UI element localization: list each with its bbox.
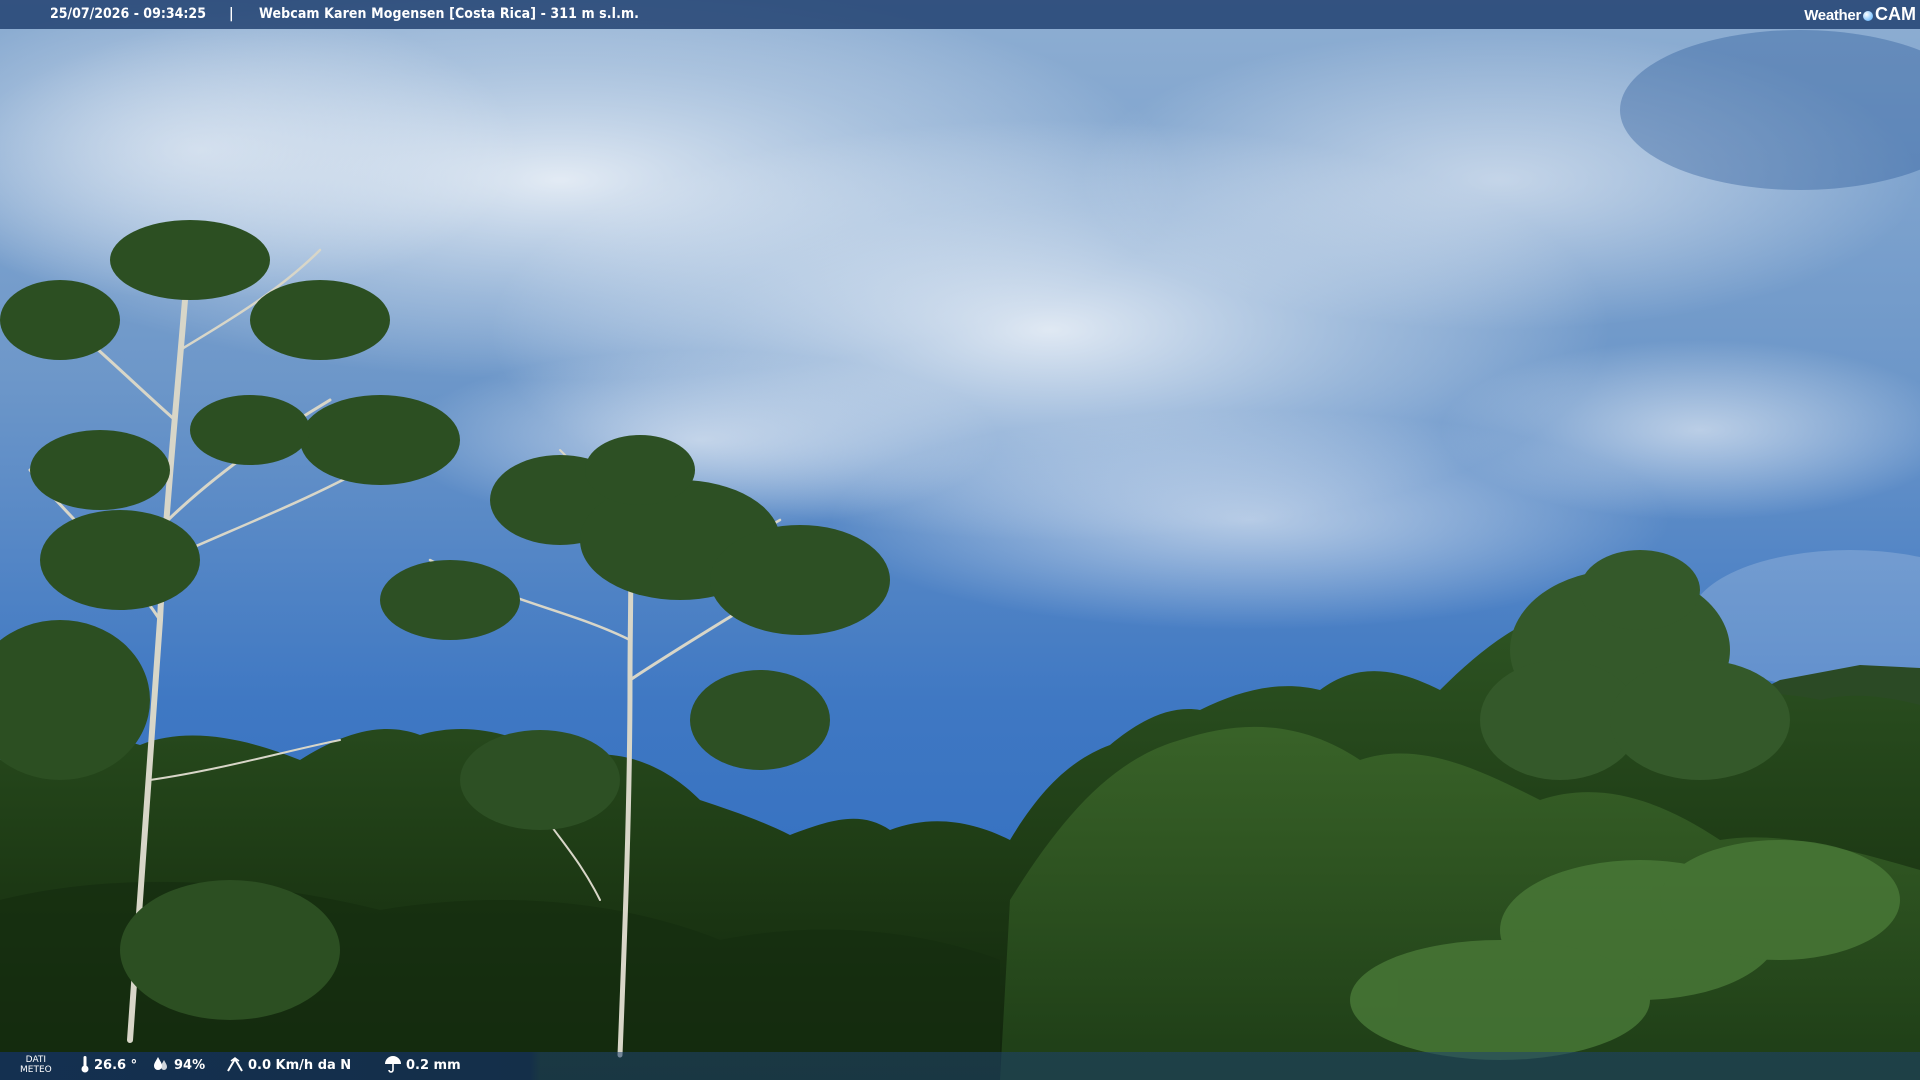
weather-data-bar: DATI METEO 26.6 ° 94% 0.0 Km/h da N 0.2 … bbox=[0, 1052, 1920, 1080]
webcam-scene bbox=[0, 0, 1920, 1080]
top-info-bar: 25/07/2026 - 09:34:25 | Webcam Karen Mog… bbox=[0, 0, 1920, 29]
rain-reading: 0.2 mm bbox=[384, 1052, 461, 1080]
thermometer-icon bbox=[81, 1056, 89, 1073]
brand-weather-text: Weather bbox=[1804, 7, 1861, 24]
wind-icon bbox=[227, 1057, 243, 1072]
wind-value: 0.0 Km/h da N bbox=[248, 1058, 352, 1073]
webcam-title: Webcam Karen Mogensen [Costa Rica] - 311… bbox=[259, 6, 640, 22]
temperature-reading: 26.6 ° bbox=[80, 1052, 137, 1080]
brand-cam-text: CAM bbox=[1875, 4, 1916, 24]
brand-dot-icon bbox=[1863, 11, 1873, 21]
droplet-icon bbox=[154, 1057, 167, 1070]
weather-label-line1: DATI bbox=[25, 1055, 47, 1065]
timestamp: 25/07/2026 - 09:34:25 bbox=[50, 6, 206, 22]
humidity-reading: 94% bbox=[152, 1052, 205, 1080]
weather-label-line2: METEO bbox=[20, 1065, 52, 1075]
humidity-value: 94% bbox=[174, 1058, 206, 1073]
wind-reading: 0.0 Km/h da N bbox=[226, 1052, 351, 1080]
rain-value: 0.2 mm bbox=[406, 1058, 461, 1073]
title-separator: | bbox=[229, 6, 234, 22]
weather-label: DATI METEO bbox=[20, 1055, 52, 1075]
temperature-value: 26.6 ° bbox=[94, 1058, 138, 1073]
umbrella-icon bbox=[385, 1056, 401, 1073]
webcam-frame: 25/07/2026 - 09:34:25 | Webcam Karen Mog… bbox=[0, 0, 1920, 1080]
weathercam-logo-icon: Weather CAM bbox=[1804, 0, 1916, 29]
